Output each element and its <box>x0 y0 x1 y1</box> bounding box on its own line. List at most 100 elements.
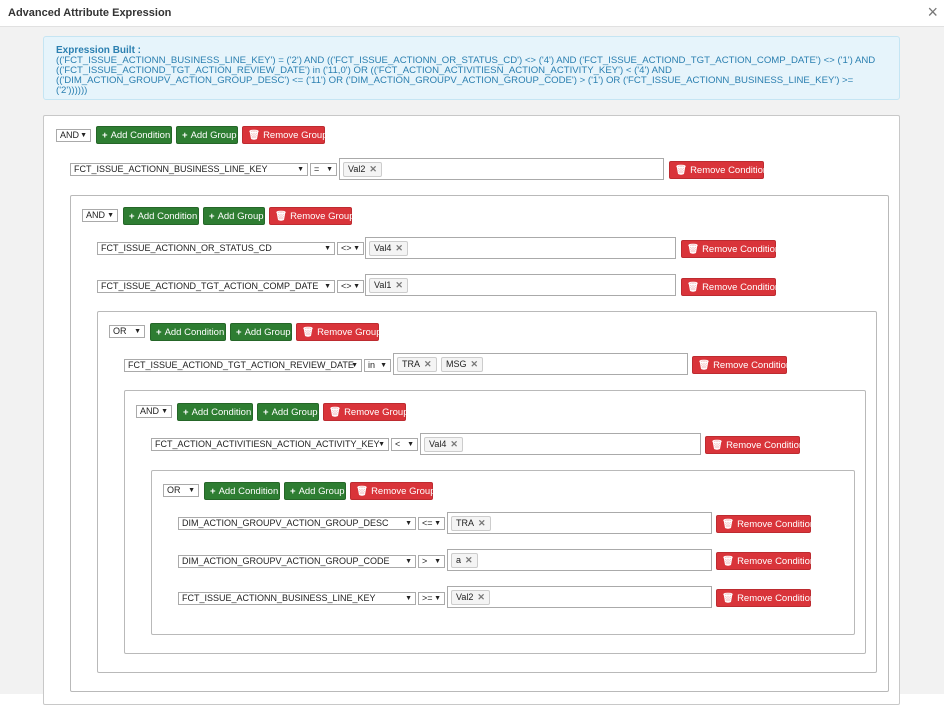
add-condition-button[interactable]: + Add Condition <box>150 323 226 341</box>
plus-icon: + <box>156 327 162 338</box>
trash-icon: 🗑 <box>711 440 724 451</box>
value-input[interactable]: TRA ✕ <box>447 512 712 534</box>
field-select[interactable]: FCT_ISSUE_ACTIOND_TGT_ACTION_REVIEW_DATE… <box>124 359 362 372</box>
add-group-button[interactable]: + Add Group <box>284 482 346 500</box>
group-operator-select[interactable]: AND ▼ <box>56 129 91 142</box>
value-tag: Val2 ✕ <box>343 162 382 177</box>
group-operator-select[interactable]: OR ▼ <box>163 484 199 497</box>
add-group-button[interactable]: + Add Group <box>230 323 292 341</box>
remove-tag-icon[interactable]: ✕ <box>424 359 432 369</box>
condition-group: AND ▼ + Add Condition + Add Group 🗑 Remove G… <box>124 390 866 654</box>
remove-tag-icon[interactable]: ✕ <box>395 280 403 290</box>
value-tag: a ✕ <box>451 553 478 568</box>
operator-select[interactable]: > ▼ <box>418 555 445 568</box>
plus-icon: + <box>182 130 188 141</box>
add-condition-button[interactable]: + Add Condition <box>123 207 199 225</box>
trash-icon: 🗑 <box>329 407 342 418</box>
dialog-title: Advanced Attribute Expression <box>8 7 172 19</box>
condition-group: OR ▼ + Add Condition + Add Group 🗑 Remove Gr… <box>97 311 877 673</box>
add-condition-button[interactable]: + Add Condition <box>96 126 172 144</box>
group-operator-select[interactable]: AND ▼ <box>82 209 118 222</box>
value-input[interactable]: Val4 ✕ <box>365 237 676 259</box>
field-select[interactable]: FCT_ACTION_ACTIVITIESN_ACTION_ACTIVITY_K… <box>151 438 389 451</box>
operator-select[interactable]: >= ▼ <box>418 592 445 605</box>
dialog-titlebar: Advanced Attribute Expression × <box>0 0 944 27</box>
value-tag: Val2 ✕ <box>451 590 490 605</box>
remove-condition-button[interactable]: 🗑 Remove Condition <box>716 515 815 533</box>
group-operator-select[interactable]: AND ▼ <box>136 405 172 418</box>
remove-condition-button[interactable]: 🗑 Remove Condition <box>705 436 804 454</box>
value-tag: Val4 ✕ <box>369 241 408 256</box>
plus-icon: + <box>129 211 135 222</box>
value-tag: MSG ✕ <box>441 357 484 372</box>
remove-group-button[interactable]: 🗑 Remove Group <box>242 126 327 144</box>
field-select[interactable]: FCT_ISSUE_ACTIONN_BUSINESS_LINE_KEY ▼ <box>178 592 416 605</box>
close-icon[interactable]: × <box>927 3 938 21</box>
condition-group-root: AND ▼ + Add Condition + Add Group 🗑 Remove G… <box>43 115 900 705</box>
remove-condition-button[interactable]: 🗑 Remove Condition <box>681 278 780 296</box>
add-condition-button[interactable]: + Add Condition <box>177 403 253 421</box>
value-input[interactable]: Val2 ✕ <box>339 158 664 180</box>
value-tag: TRA ✕ <box>451 516 491 531</box>
add-group-button[interactable]: + Add Group <box>203 207 265 225</box>
trash-icon: 🗑 <box>675 165 688 176</box>
remove-group-button[interactable]: 🗑 Remove Group <box>350 482 435 500</box>
trash-icon: 🗑 <box>687 244 700 255</box>
operator-select[interactable]: in ▼ <box>364 359 391 372</box>
value-input[interactable]: Val4 ✕ <box>420 433 701 455</box>
value-tag: TRA ✕ <box>397 357 437 372</box>
add-group-button[interactable]: + Add Group <box>176 126 238 144</box>
operator-select[interactable]: = ▼ <box>310 163 337 176</box>
operator-select[interactable]: <> ▼ <box>337 242 364 255</box>
remove-group-button[interactable]: 🗑 Remove Group <box>269 207 354 225</box>
field-select[interactable]: FCT_ISSUE_ACTIONN_OR_STATUS_CD ▼ <box>97 242 335 255</box>
remove-condition-button[interactable]: 🗑 Remove Condition <box>669 161 768 179</box>
expression-text: (('FCT_ISSUE_ACTIONN_BUSINESS_LINE_KEY')… <box>56 55 876 96</box>
value-tag: Val1 ✕ <box>369 278 408 293</box>
expression-panel: Expression Built : (('FCT_ISSUE_ACTIONN_… <box>43 36 900 100</box>
operator-select[interactable]: <> ▼ <box>337 280 364 293</box>
plus-icon: + <box>263 407 269 418</box>
plus-icon: + <box>209 211 215 222</box>
trash-icon: 🗑 <box>687 282 700 293</box>
add-condition-button[interactable]: + Add Condition <box>204 482 280 500</box>
trash-icon: 🗑 <box>722 593 735 604</box>
remove-tag-icon[interactable]: ✕ <box>395 243 403 253</box>
field-select[interactable]: DIM_ACTION_GROUPV_ACTION_GROUP_DESC ▼ <box>178 517 416 530</box>
remove-tag-icon[interactable]: ✕ <box>477 592 485 602</box>
field-select[interactable]: FCT_ISSUE_ACTIONN_BUSINESS_LINE_KEY ▼ <box>70 163 308 176</box>
remove-tag-icon[interactable]: ✕ <box>471 359 479 369</box>
condition-group: OR ▼ + Add Condition + Add Group 🗑 Remove Gr… <box>151 470 855 635</box>
plus-icon: + <box>210 486 216 497</box>
group-operator-select[interactable]: OR ▼ <box>109 325 145 338</box>
remove-tag-icon[interactable]: ✕ <box>478 518 486 528</box>
plus-icon: + <box>183 407 189 418</box>
trash-icon: 🗑 <box>722 519 735 530</box>
trash-icon: 🗑 <box>248 130 261 141</box>
remove-condition-button[interactable]: 🗑 Remove Condition <box>716 589 815 607</box>
value-input[interactable]: a ✕ <box>447 549 712 571</box>
remove-tag-icon[interactable]: ✕ <box>450 439 458 449</box>
remove-tag-icon[interactable]: ✕ <box>465 555 473 565</box>
field-select[interactable]: DIM_ACTION_GROUPV_ACTION_GROUP_CODE ▼ <box>178 555 416 568</box>
remove-condition-button[interactable]: 🗑 Remove Condition <box>692 356 791 374</box>
remove-tag-icon[interactable]: ✕ <box>369 164 377 174</box>
dialog-body: Expression Built : (('FCT_ISSUE_ACTIONN_… <box>0 27 944 705</box>
value-tag: Val4 ✕ <box>424 437 463 452</box>
operator-select[interactable]: < ▼ <box>391 438 418 451</box>
trash-icon: 🗑 <box>275 211 288 222</box>
remove-condition-button[interactable]: 🗑 Remove Condition <box>716 552 815 570</box>
plus-icon: + <box>236 327 242 338</box>
remove-group-button[interactable]: 🗑 Remove Group <box>296 323 381 341</box>
remove-condition-button[interactable]: 🗑 Remove Condition <box>681 240 780 258</box>
trash-icon: 🗑 <box>698 360 711 371</box>
value-input[interactable]: TRA ✕ MSG ✕ <box>393 353 688 375</box>
remove-group-button[interactable]: 🗑 Remove Group <box>323 403 408 421</box>
value-input[interactable]: Val2 ✕ <box>447 586 712 608</box>
trash-icon: 🗑 <box>356 486 369 497</box>
field-select[interactable]: FCT_ISSUE_ACTIOND_TGT_ACTION_COMP_DATE ▼ <box>97 280 335 293</box>
add-group-button[interactable]: + Add Group <box>257 403 319 421</box>
operator-select[interactable]: <= ▼ <box>418 517 445 530</box>
condition-group: AND ▼ + Add Condition + Add Group 🗑 Remove G… <box>70 195 889 692</box>
value-input[interactable]: Val1 ✕ <box>365 274 676 296</box>
